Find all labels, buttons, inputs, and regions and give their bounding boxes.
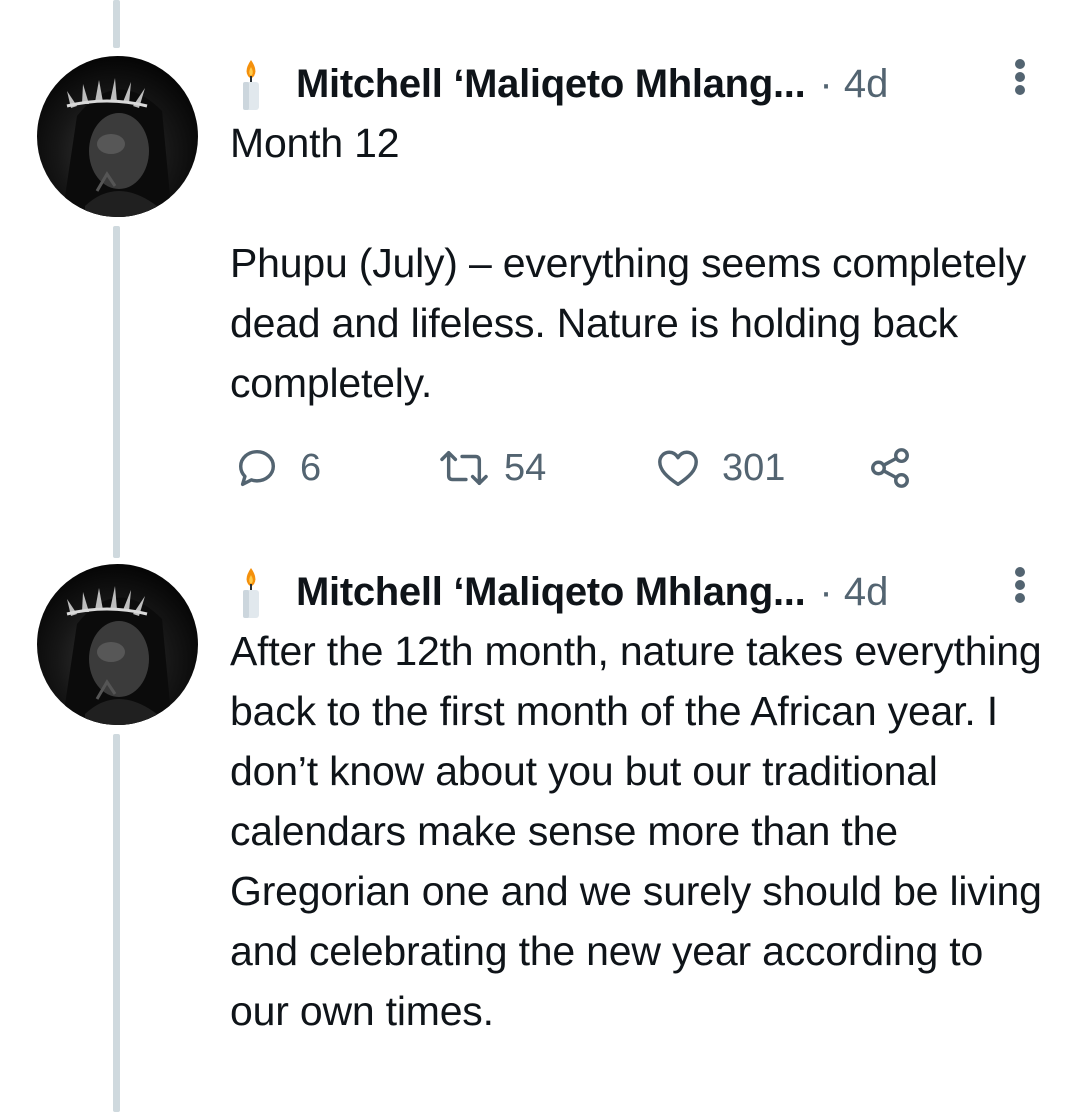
avatar-image (62, 586, 172, 725)
avatar-image (62, 78, 172, 217)
tweet-text: Month 12 Phupu (July) – everything seems… (230, 120, 1027, 406)
avatar[interactable] (37, 56, 198, 217)
retweet-button[interactable]: 54 (438, 440, 546, 496)
tweet-timestamp[interactable]: · 4d (819, 62, 888, 107)
tweet-text: After the 12th month, nature takes every… (230, 628, 1053, 1034)
share-icon (871, 448, 909, 488)
retweet-count: 54 (504, 446, 547, 489)
reply-count: 6 (300, 446, 322, 489)
candle-icon (232, 56, 270, 112)
retweet-icon (440, 450, 488, 486)
heart-icon (658, 450, 698, 487)
avatar[interactable] (37, 564, 198, 725)
thread-connector-top (113, 0, 120, 48)
author-display-name[interactable]: Mitchell ‘Maliqeto Mhlang... (296, 62, 806, 107)
author-display-name[interactable]: Mitchell ‘Maliqeto Mhlang... (296, 570, 806, 615)
more-options-icon[interactable] (1012, 564, 1028, 612)
tweet-header: Mitchell ‘Maliqeto Mhlang... · 4d (232, 564, 888, 620)
candle-icon (232, 564, 270, 620)
thread-connector-middle (113, 226, 120, 558)
reply-icon (238, 449, 276, 487)
tweet-timestamp[interactable]: · 4d (819, 570, 888, 615)
reply-button[interactable]: 6 (234, 440, 321, 496)
like-button[interactable]: 301 (654, 440, 785, 496)
tweet-header: Mitchell ‘Maliqeto Mhlang... · 4d (232, 56, 888, 112)
more-options-icon[interactable] (1012, 56, 1028, 104)
like-count: 301 (722, 446, 786, 489)
thread-connector-bottom (113, 734, 120, 1112)
tweet-actions: 6 54 301 (234, 440, 934, 496)
share-button[interactable] (866, 440, 914, 496)
